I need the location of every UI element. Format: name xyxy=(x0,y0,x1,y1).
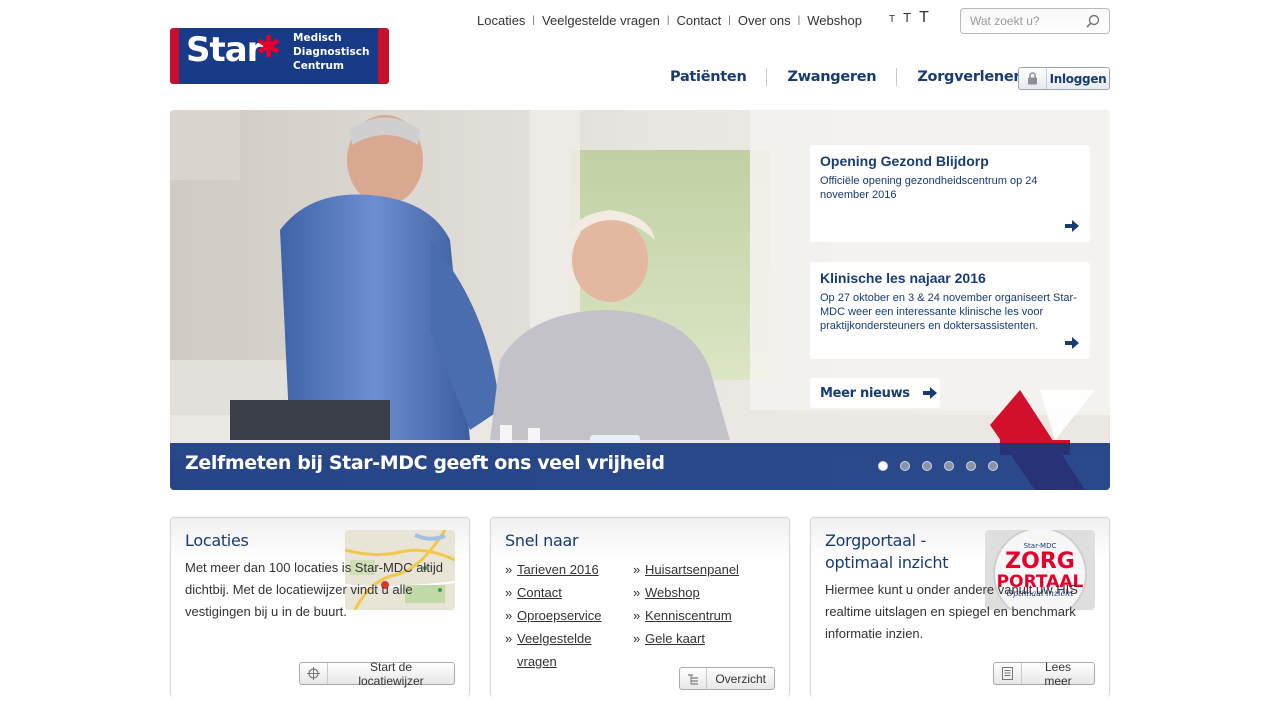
lock-icon xyxy=(1019,68,1047,89)
logo-subtitle: Medisch Diagnostisch Centrum xyxy=(293,31,369,73)
logo-right-bar xyxy=(378,28,389,84)
quick-link[interactable]: Kenniscentrum xyxy=(645,608,732,623)
separator: | xyxy=(728,15,731,26)
news-title: Opening Gezond Blijdorp xyxy=(820,153,989,169)
quick-link[interactable]: Contact xyxy=(517,585,562,600)
start-locatiewijzer-button[interactable]: Start de locatiewijzer xyxy=(299,659,455,688)
list-item: Webshop xyxy=(633,581,763,604)
separator: | xyxy=(666,15,670,26)
list-item: Contact xyxy=(505,581,615,604)
button-label: Overzicht xyxy=(715,671,766,686)
logo-subtitle-line: Diagnostisch xyxy=(293,46,370,58)
search-box xyxy=(960,8,1110,34)
search-icon[interactable] xyxy=(1086,14,1100,28)
top-link-over-ons[interactable]: Over ons xyxy=(738,13,791,28)
document-icon xyxy=(994,663,1022,684)
box-title: Zorgportaal - optimaal inzicht xyxy=(825,531,949,572)
snel-naar-box: Snel naar Tarieven 2016 Contact Oproepse… xyxy=(490,517,790,697)
list-item: Gele kaart xyxy=(633,627,763,650)
quick-link[interactable]: Tarieven 2016 xyxy=(517,562,599,577)
button-label: Start de locatiewijzer xyxy=(358,659,424,688)
news-card[interactable]: Opening Gezond Blijdorp Officiële openin… xyxy=(810,145,1090,242)
top-link-webshop[interactable]: Webshop xyxy=(807,13,862,28)
zorgportaal-box: Zorgportaal - optimaal inzicht Star-MDC … xyxy=(810,517,1110,697)
site-logo[interactable]: Star ✱ Medisch Diagnostisch Centrum xyxy=(170,28,389,84)
slide-dot[interactable] xyxy=(966,461,976,471)
nav-item-zwangeren[interactable]: Zwangeren xyxy=(787,69,876,85)
box-text: Met meer dan 100 locaties is Star-MDC al… xyxy=(185,560,443,619)
nav-divider xyxy=(896,68,898,86)
button-label: Lees meer xyxy=(1044,659,1072,688)
overzicht-button[interactable]: Overzicht xyxy=(679,667,775,690)
box-title: Locaties xyxy=(185,531,249,550)
slide-dot[interactable] xyxy=(922,461,932,471)
news-text: Op 27 oktober en 3 & 24 november organis… xyxy=(820,292,1077,332)
crosshair-icon xyxy=(300,663,328,684)
box-text: Hiermee kunt u onder andere vanuit uw HI… xyxy=(825,582,1078,641)
search-input[interactable] xyxy=(961,9,1081,33)
star-mark-icon: ✱ xyxy=(256,30,282,65)
top-link-veelgestelde-vragen[interactable]: Veelgestelde vragen xyxy=(542,13,660,28)
top-navigation: Locaties | Veelgestelde vragen | Contact… xyxy=(477,13,862,28)
nav-item-patienten[interactable]: Patiënten xyxy=(670,69,747,85)
list-item: Huisartsenpanel xyxy=(633,558,763,581)
list-icon xyxy=(680,668,708,689)
badge-main-text: ZORG xyxy=(1005,549,1075,574)
lees-meer-button[interactable]: Lees meer xyxy=(993,659,1095,688)
login-label: Inloggen xyxy=(1049,71,1107,86)
top-link-locaties[interactable]: Locaties xyxy=(477,13,525,28)
slide-dot[interactable] xyxy=(988,461,998,471)
slide-indicators xyxy=(878,461,998,471)
font-size-medium-button[interactable]: T xyxy=(903,10,911,25)
font-size-small-button[interactable]: T xyxy=(889,14,895,25)
news-text: Officiële opening gezondheidscentrum op … xyxy=(820,175,1038,201)
font-size-controls: T T T xyxy=(889,9,929,27)
slide-dot[interactable] xyxy=(900,461,910,471)
quick-links-column: Tarieven 2016 Contact Oproepservice Veel… xyxy=(505,558,615,673)
hero-caption: Zelfmeten bij Star-MDC geeft ons veel vr… xyxy=(185,452,665,474)
more-news-label: Meer nieuws xyxy=(820,385,910,401)
nav-divider xyxy=(766,68,768,86)
login-button[interactable]: Inloggen xyxy=(1018,67,1110,90)
logo-brand-text: Star xyxy=(186,30,263,70)
locaties-box: Locaties Met meer dan 100 locaties is St… xyxy=(170,517,470,697)
nav-item-zorgverleners[interactable]: Zorgverleners xyxy=(917,69,1029,85)
separator: | xyxy=(797,15,801,26)
list-item: Oproepservice xyxy=(505,604,615,627)
logo-subtitle-line: Centrum xyxy=(293,60,344,72)
separator: | xyxy=(532,15,536,26)
arrow-right-icon xyxy=(922,387,937,399)
list-item: Tarieven 2016 xyxy=(505,558,615,581)
quick-link[interactable]: Gele kaart xyxy=(645,631,705,646)
arrow-right-icon xyxy=(1065,337,1079,349)
more-news-button[interactable]: Meer nieuws xyxy=(810,378,940,408)
list-item: Veelgestelde vragen xyxy=(505,627,615,673)
box-title: Snel naar xyxy=(505,531,579,550)
logo-subtitle-line: Medisch xyxy=(293,32,342,44)
quick-links-column: Huisartsenpanel Webshop Kenniscentrum Ge… xyxy=(633,558,763,650)
slide-dot[interactable] xyxy=(878,461,888,471)
news-card[interactable]: Klinische les najaar 2016 Op 27 oktober … xyxy=(810,262,1090,359)
top-link-contact[interactable]: Contact xyxy=(676,13,721,28)
list-item: Kenniscentrum xyxy=(633,604,763,627)
quick-link[interactable]: Webshop xyxy=(645,585,700,600)
quick-link[interactable]: Veelgestelde vragen xyxy=(517,631,591,669)
arrow-right-icon xyxy=(1065,220,1079,232)
font-size-large-button[interactable]: T xyxy=(919,9,929,27)
hero-slider: Opening Gezond Blijdorp Officiële openin… xyxy=(170,110,1110,490)
news-title: Klinische les najaar 2016 xyxy=(820,270,986,286)
quick-link[interactable]: Oproepservice xyxy=(517,608,602,623)
main-navigation: Patiënten Zwangeren Zorgverleners xyxy=(670,68,1029,86)
slide-dot[interactable] xyxy=(944,461,954,471)
quick-link[interactable]: Huisartsenpanel xyxy=(645,562,739,577)
